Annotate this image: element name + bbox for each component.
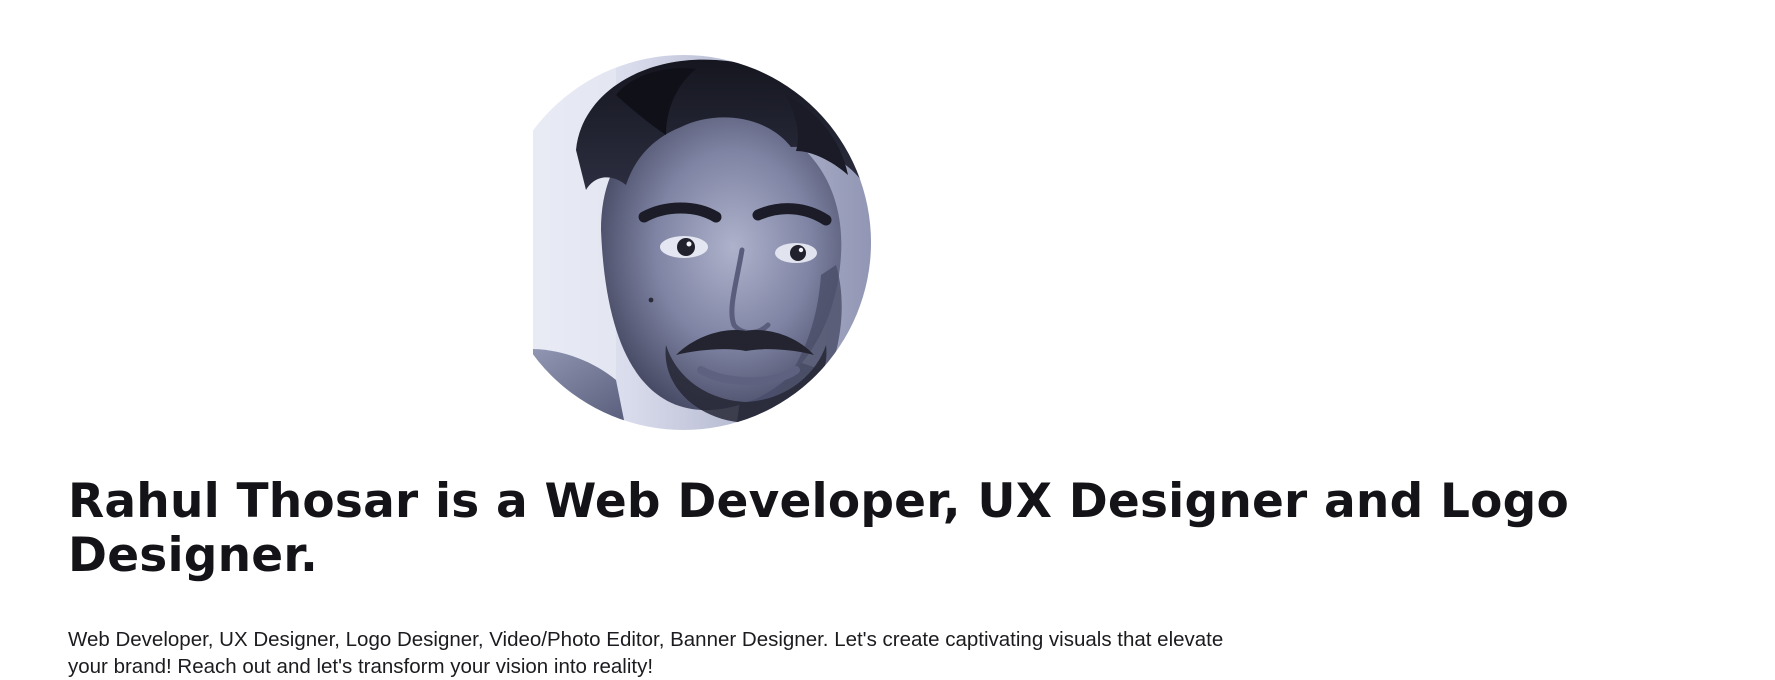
profile-photo <box>533 55 871 430</box>
page-title: Rahul Thosar is a Web Developer, UX Desi… <box>68 474 1569 583</box>
profile-description: Web Developer, UX Designer, Logo Designe… <box>68 628 1224 678</box>
profile-avatar <box>496 55 871 430</box>
profile-hero: Rahul Thosar is a Web Developer, UX Desi… <box>0 0 1775 678</box>
avatar-photo-crop <box>533 55 871 430</box>
